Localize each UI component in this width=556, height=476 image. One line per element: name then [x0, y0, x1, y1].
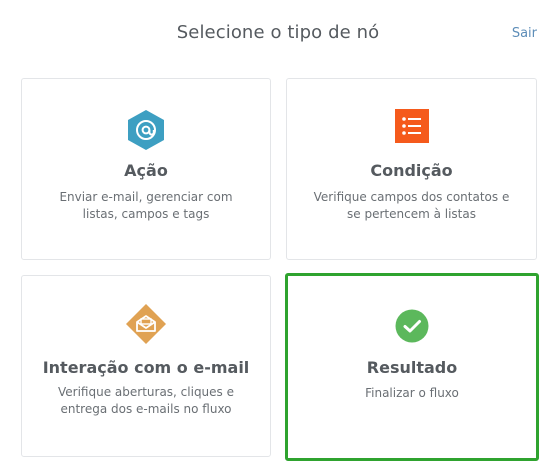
card-description: Enviar e-mail, gerenciar com listas, cam… — [59, 190, 233, 221]
card-description: Verifique campos dos contatos e se perte… — [313, 190, 510, 221]
card-title: Ação — [124, 161, 168, 180]
card-title: Interação com o e-mail — [42, 358, 250, 377]
node-type-card-email-interaction[interactable]: Interação com o e-mail Verifique abertur… — [21, 275, 271, 457]
card-title: Resultado — [366, 358, 458, 377]
node-type-card-condition[interactable]: Condição Verifique campos dos contatos e… — [286, 78, 537, 260]
at-sign-icon — [127, 109, 165, 155]
card-title: Condição — [370, 161, 453, 180]
node-type-card-action[interactable]: Ação Enviar e-mail, gerenciar com listas… — [21, 78, 271, 260]
checkmark-icon — [395, 309, 429, 347]
open-envelope-icon — [125, 303, 167, 349]
exit-link[interactable]: Sair — [512, 26, 537, 41]
list-icon — [394, 109, 429, 147]
page-title: Selecione o tipo de nó — [176, 22, 380, 43]
node-type-card-result[interactable]: Resultado Finalizar o fluxo — [285, 273, 539, 461]
card-description: Finalizar o fluxo — [365, 386, 459, 400]
card-description: Verifique aberturas, cliques e entrega d… — [58, 385, 234, 416]
